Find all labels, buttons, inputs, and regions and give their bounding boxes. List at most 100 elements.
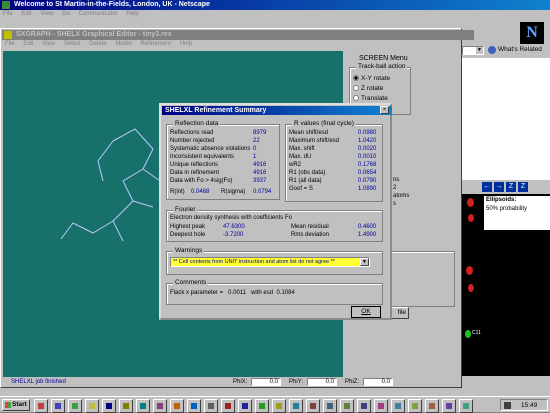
taskbar-app-button-2[interactable] <box>68 399 82 413</box>
rsigma-label: R(sigma) <box>221 189 246 195</box>
taskbar-app-button-23[interactable] <box>425 399 439 413</box>
screen-menu-title: SCREEN Menu <box>359 55 408 62</box>
app-icon <box>55 403 61 409</box>
radio-translate-label: Translate <box>361 95 388 102</box>
taskbar: Start 15:49 <box>0 396 550 413</box>
rvalue-row-label-0: Mean shift/esd <box>289 130 329 136</box>
taskbar-app-button-19[interactable] <box>357 399 371 413</box>
warnings-dropdown[interactable]: ** Cell contents from UNIT instruction a… <box>170 257 370 267</box>
netscape-menu-communicator[interactable]: Communicator <box>79 11 118 17</box>
taskbar-app-button-25[interactable] <box>459 399 473 413</box>
taskbar-app-button-11[interactable] <box>221 399 235 413</box>
atom-label-c11: C11 <box>472 330 481 336</box>
reflection-row-value-2: 0 <box>253 146 257 152</box>
speaker-icon[interactable] <box>504 402 511 409</box>
radio-xy-rotate[interactable]: X-Y rotate <box>353 75 390 82</box>
sxgraph-menu-select[interactable]: Select <box>64 41 81 47</box>
rvalue-row-value-1: 1.0420 <box>358 138 377 144</box>
atom-red-1 <box>467 198 474 207</box>
taskbar-app-button-0[interactable] <box>34 399 48 413</box>
zoom-out-icon[interactable]: Z <box>518 182 528 192</box>
taskbar-app-button-15[interactable] <box>289 399 303 413</box>
sxgraph-menu-delete[interactable]: Delete <box>89 41 106 47</box>
ellipsoids-label: Ellipsoids: <box>486 197 517 203</box>
zoom-in-icon[interactable]: Z <box>506 182 516 192</box>
deepest-hole-label: Deepest hole <box>170 232 206 238</box>
taskbar-app-button-9[interactable] <box>187 399 201 413</box>
start-button[interactable]: Start <box>2 399 30 411</box>
app-icon <box>259 403 265 409</box>
dialog-title: SHELXL Refinement Summary <box>165 107 267 114</box>
taskbar-app-button-24[interactable] <box>442 399 456 413</box>
rms-deviation-value: 1.4900 <box>358 232 377 238</box>
taskbar-app-button-12[interactable] <box>238 399 252 413</box>
taskbar-app-button-21[interactable] <box>391 399 405 413</box>
taskbar-app-button-16[interactable] <box>306 399 320 413</box>
screen-lower-group <box>385 251 455 307</box>
netscape-menu-view[interactable]: View <box>40 11 53 17</box>
netscape-location-dropdown[interactable]: ▼ <box>462 46 484 55</box>
taskbar-app-button-14[interactable] <box>272 399 286 413</box>
reflection-row-label-0: Reflections read <box>170 130 214 136</box>
radio-z-label: Z rotate <box>361 85 384 92</box>
sxgraph-menu-file[interactable]: File <box>5 41 15 47</box>
taskbar-app-button-1[interactable] <box>51 399 65 413</box>
netscape-menu-file[interactable]: File <box>3 11 13 17</box>
sxgraph-menu-edit[interactable]: Edit <box>23 41 33 47</box>
reflection-row-label-3: Inconsistent equivalents <box>170 154 235 160</box>
radio-translate-indicator <box>353 95 359 102</box>
screen-partial-label-1: ns <box>393 177 400 183</box>
reflection-row-label-6: Data with Fo > 4sig(Fo) <box>170 178 233 184</box>
taskbar-app-button-10[interactable] <box>204 399 218 413</box>
taskbar-app-button-6[interactable] <box>136 399 150 413</box>
sxgraph-menu-model[interactable]: Model <box>115 41 131 47</box>
chevron-down-icon[interactable]: ▼ <box>360 258 369 266</box>
taskbar-app-button-18[interactable] <box>340 399 354 413</box>
sxgraph-menu-help[interactable]: Help <box>180 41 192 47</box>
highest-peak-label: Highest peak <box>170 224 206 230</box>
rvalue-row-value-4: 0.1768 <box>358 162 377 168</box>
screen-partial-label-4: s <box>393 201 396 207</box>
ok-label: OK <box>361 308 371 315</box>
sxgraph-menu-view[interactable]: View <box>42 41 55 47</box>
ellipsoids-probability: 50% probability <box>486 206 528 212</box>
rvalue-row-label-2: Max. shift <box>289 146 315 152</box>
radio-z-rotate[interactable]: Z rotate <box>353 85 383 92</box>
taskbar-app-button-17[interactable] <box>323 399 337 413</box>
whats-related-button[interactable]: What's Related <box>498 46 542 53</box>
arrow-right-icon[interactable]: → <box>494 182 504 192</box>
radio-translate[interactable]: Translate <box>353 95 388 102</box>
rvalue-row-value-0: 0.0980 <box>358 130 377 136</box>
reflection-row-value-4: 4916 <box>253 162 267 168</box>
taskbar-app-button-5[interactable] <box>119 399 133 413</box>
taskbar-app-button-22[interactable] <box>408 399 422 413</box>
deepest-hole-value: -3.7200 <box>223 232 244 238</box>
app-icon <box>276 403 282 409</box>
dialog-close-button[interactable]: × <box>380 106 389 114</box>
app-icon <box>225 403 231 409</box>
phix-label: PhiX: <box>233 379 248 385</box>
rvalue-row-value-2: 0.0020 <box>358 146 377 152</box>
close-icon: × <box>382 107 387 113</box>
taskbar-app-button-8[interactable] <box>170 399 184 413</box>
rvalue-row-label-3: Max. dU <box>289 154 312 160</box>
netscape-menu-go[interactable]: Go <box>62 11 70 17</box>
atom-green-1 <box>465 330 471 338</box>
ok-button[interactable]: OK <box>351 306 381 318</box>
app-icon <box>327 403 333 409</box>
app-icon <box>140 403 146 409</box>
taskbar-app-button-13[interactable] <box>255 399 269 413</box>
clock: 15:49 <box>521 402 538 409</box>
netscape-menu-edit[interactable]: Edit <box>21 11 31 17</box>
taskbar-app-button-20[interactable] <box>374 399 388 413</box>
netscape-menu-help[interactable]: Help <box>126 11 138 17</box>
radio-z-indicator <box>353 85 359 92</box>
sxgraph-menu-refinement[interactable]: Refinement <box>140 41 171 47</box>
arrow-left-icon[interactable]: ← <box>482 182 492 192</box>
taskbar-app-button-4[interactable] <box>102 399 116 413</box>
taskbar-app-button-3[interactable] <box>85 399 99 413</box>
atom-red-3 <box>466 266 473 275</box>
netscape-menu-bar: File Edit View Go Communicator Help <box>3 11 543 19</box>
file-button-label: file <box>397 309 406 316</box>
taskbar-app-button-7[interactable] <box>153 399 167 413</box>
